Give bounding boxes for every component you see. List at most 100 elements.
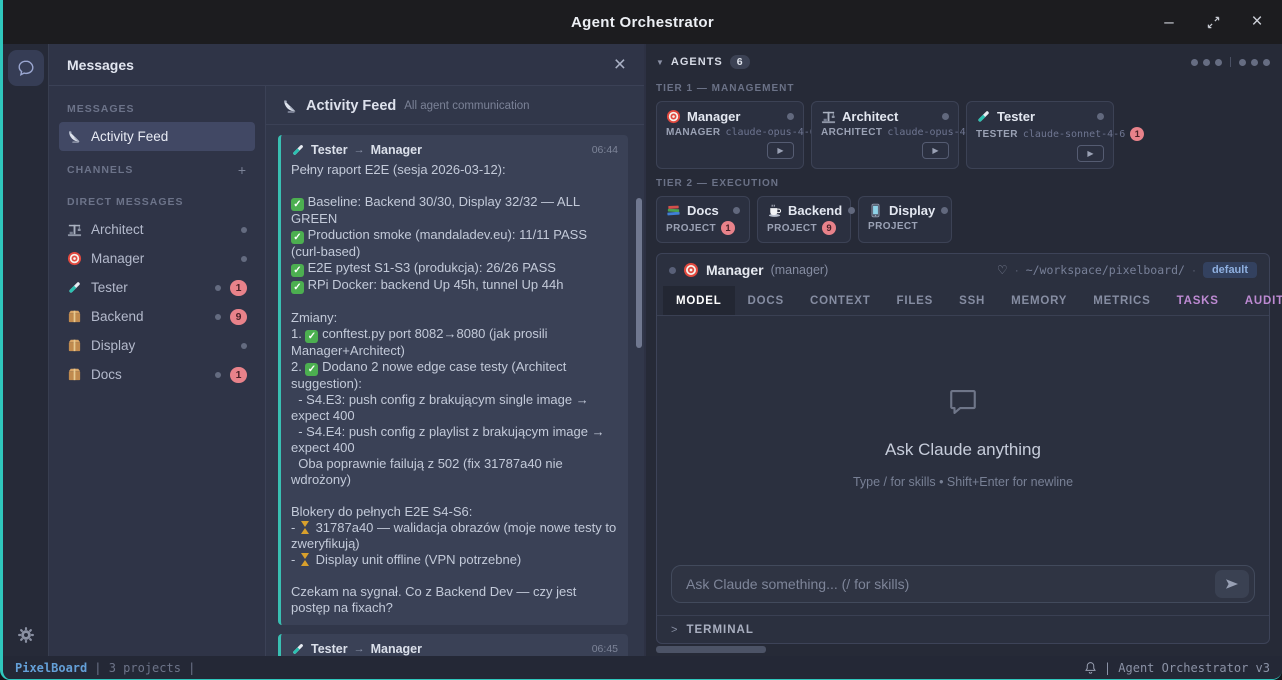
activity-feed: Activity Feed All agent communication Te… (266, 86, 644, 656)
feed-scrollbar[interactable] (636, 198, 642, 348)
left-rail (3, 44, 49, 656)
agent-card-architect[interactable]: Architect ARCHITECT claude-opus-4-6 ▶ (811, 101, 959, 169)
terminal-section-header[interactable]: > TERMINAL (657, 615, 1269, 643)
sidebar-item-label: Manager (91, 251, 144, 266)
tab-files[interactable]: FILES (884, 286, 947, 315)
status-dot (215, 372, 221, 378)
empty-state-hint: Type / for skills • Shift+Enter for newl… (853, 475, 1073, 489)
feed-title: Activity Feed (306, 98, 396, 114)
settings-button[interactable] (17, 626, 35, 644)
chevron-right-icon: > (671, 624, 677, 636)
detail-tabs: MODEL DOCS CONTEXT FILES SSH MEMORY METR… (657, 286, 1269, 316)
minimize-button[interactable]: – (1158, 11, 1180, 33)
sidebar-item-label: Tester (91, 280, 128, 295)
play-button[interactable]: ▶ (922, 142, 949, 159)
chat-bubble-outline-icon (946, 384, 980, 418)
tier1-cards: Manager MANAGER claude-opus-4-6 ▶ Archit… (656, 101, 1270, 169)
sidebar-item-backend[interactable]: Backend 9 (59, 302, 255, 331)
close-button[interactable]: × (1246, 11, 1268, 33)
agent-dot (1215, 59, 1222, 66)
agent-model: claude-sonnet-4-6 (1023, 129, 1125, 140)
agents-panel: ▼ AGENTS 6 TIER 1 — MANAGEMENT (646, 44, 1282, 656)
title-bar: Agent Orchestrator – × (3, 0, 1282, 44)
tab-metrics[interactable]: METRICS (1080, 286, 1163, 315)
play-button[interactable]: ▶ (767, 142, 794, 159)
status-dot (241, 256, 247, 262)
arrow-icon: → (354, 144, 365, 156)
tier2-cards: Docs PROJECT 1 Backend PROJEC (656, 196, 1270, 243)
tier1-label: TIER 1 — MANAGEMENT (656, 83, 1270, 94)
status-dot (848, 207, 855, 214)
agents-title: AGENTS (671, 56, 723, 68)
unread-badge: 1 (230, 280, 247, 296)
agent-card-manager[interactable]: Manager MANAGER claude-opus-4-6 ▶ (656, 101, 804, 169)
agent-dot (1251, 59, 1258, 66)
horizontal-scrollbar-thumb[interactable] (656, 646, 766, 653)
sidebar-item-display[interactable]: Display (59, 331, 255, 360)
separator-dot: · (1015, 263, 1019, 277)
tab-tasks[interactable]: TASKS (1164, 286, 1232, 315)
status-dot (669, 267, 676, 274)
chat-input[interactable] (686, 576, 1215, 592)
test-tube-icon (291, 143, 305, 157)
status-dot (942, 113, 949, 120)
favorite-heart-icon[interactable]: ♡ (997, 263, 1008, 277)
smartphone-icon (868, 203, 883, 218)
sidebar-item-label: Activity Feed (91, 129, 168, 144)
sidebar-item-tester[interactable]: Tester 1 (59, 273, 255, 302)
agent-card-docs[interactable]: Docs PROJECT 1 (656, 196, 750, 243)
send-button[interactable] (1215, 570, 1249, 598)
target-icon (67, 251, 82, 266)
hourglass-icon (301, 521, 310, 534)
maximize-icon (1207, 16, 1220, 29)
tier2-label: TIER 2 — EXECUTION (656, 178, 1270, 189)
feed-scroll-area[interactable]: Tester → Manager 06:44 Pełny raport E2E … (266, 125, 644, 656)
agent-card-tester[interactable]: Tester TESTER claude-sonnet-4-6 1 ▶ (966, 101, 1114, 169)
messages-close-button[interactable]: × (614, 54, 626, 75)
chat-empty-state: Ask Claude anything Type / for skills • … (657, 316, 1269, 557)
hourglass-icon (301, 553, 310, 566)
tab-memory[interactable]: MEMORY (998, 286, 1080, 315)
agent-card-backend[interactable]: Backend PROJECT 9 (757, 196, 851, 243)
tab-ssh[interactable]: SSH (946, 286, 998, 315)
messages-rail-button[interactable] (8, 50, 44, 86)
message-to: Manager (371, 143, 422, 157)
tab-docs[interactable]: DOCS (735, 286, 797, 315)
agent-dot (1203, 59, 1210, 66)
message-from: Tester (311, 642, 348, 656)
play-button[interactable]: ▶ (1077, 145, 1104, 162)
check-icon: ✓ (291, 198, 304, 211)
agent-badge: 1 (721, 221, 735, 235)
sidebar-item-activity-feed[interactable]: Activity Feed (59, 122, 255, 151)
agent-model: claude-opus-4-6 (887, 127, 977, 138)
add-channel-button[interactable]: + (238, 162, 247, 178)
detail-agent-role: (manager) (771, 263, 829, 277)
maximize-button[interactable] (1202, 11, 1224, 33)
agents-section-header[interactable]: ▼ AGENTS 6 (656, 50, 1270, 74)
agent-role: ARCHITECT (821, 127, 882, 138)
sidebar-item-architect[interactable]: Architect (59, 215, 255, 244)
agents-count-badge: 6 (730, 55, 750, 69)
tab-model[interactable]: MODEL (663, 286, 735, 315)
sidebar-item-label: Architect (91, 222, 144, 237)
check-icon: ✓ (291, 231, 304, 244)
tab-audit[interactable]: AUDIT (1232, 286, 1282, 315)
agent-role: TESTER (976, 129, 1018, 140)
tab-context[interactable]: CONTEXT (797, 286, 884, 315)
status-dot (941, 207, 948, 214)
agents-status-dots (1191, 57, 1270, 67)
section-channels-label: CHANNELS (67, 164, 133, 176)
send-arrow-icon (1225, 578, 1239, 590)
bell-icon[interactable] (1084, 661, 1097, 674)
agent-badge: 1 (1130, 127, 1144, 141)
profile-badge[interactable]: default (1203, 262, 1257, 278)
activity-feed-header: Activity Feed All agent communication (266, 86, 644, 125)
sidebar-item-manager[interactable]: Manager (59, 244, 255, 273)
agent-card-display[interactable]: Display PROJECT (858, 196, 952, 243)
check-icon: ✓ (291, 281, 304, 294)
chat-bubble-icon (16, 58, 36, 78)
app-window: Agent Orchestrator – × (0, 0, 1282, 680)
section-messages: MESSAGES (59, 92, 255, 122)
horizontal-scrollbar (656, 646, 1270, 654)
sidebar-item-docs[interactable]: Docs 1 (59, 360, 255, 389)
